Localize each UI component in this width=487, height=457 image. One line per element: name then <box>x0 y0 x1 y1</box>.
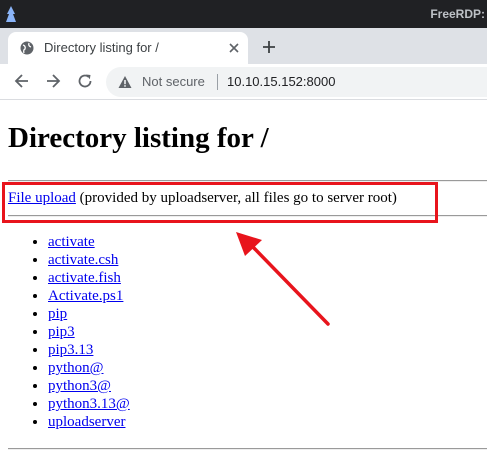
security-status-text[interactable]: Not secure <box>142 74 205 89</box>
file-link-activate-csh[interactable]: activate.csh <box>48 252 118 268</box>
warning-triangle-icon[interactable] <box>118 75 132 89</box>
list-item: activate <box>48 233 130 251</box>
omnibox-divider <box>217 74 218 90</box>
browser-toolbar: Not secure 10.10.15.152:8000 <box>0 64 487 100</box>
list-item: pip3.13 <box>48 341 130 359</box>
tab-title: Directory listing for / <box>44 40 159 55</box>
arrow-right-icon[interactable] <box>44 72 62 90</box>
divider <box>8 448 487 450</box>
file-link-python[interactable]: python@ <box>48 360 103 376</box>
annotation-arrow <box>236 232 330 326</box>
list-item: python3.13@ <box>48 395 130 413</box>
file-link-python3[interactable]: python3@ <box>48 378 111 394</box>
file-link-activate-ps1[interactable]: Activate.ps1 <box>48 288 123 304</box>
page-title: Directory listing for / <box>8 122 269 154</box>
browser-tab[interactable]: Directory listing for / <box>8 32 248 64</box>
tab-strip: Directory listing for / <box>0 28 487 64</box>
list-item: python3@ <box>48 377 130 395</box>
list-item: uploadserver <box>48 413 130 431</box>
file-link-python3-13[interactable]: python3.13@ <box>48 396 130 412</box>
arrow-left-icon[interactable] <box>13 72 31 90</box>
list-item: pip3 <box>48 323 130 341</box>
file-link-pip3[interactable]: pip3 <box>48 324 75 340</box>
kali-dragon-icon <box>6 6 16 22</box>
list-item: pip <box>48 305 130 323</box>
rdp-title-bar: FreeRDP: <box>0 0 487 28</box>
globe-icon <box>20 41 34 55</box>
file-link-activate[interactable]: activate <box>48 234 95 250</box>
highlight-box <box>2 182 438 223</box>
list-item: python@ <box>48 359 130 377</box>
list-item: activate.fish <box>48 269 130 287</box>
file-link-activate-fish[interactable]: activate.fish <box>48 270 121 286</box>
reload-icon[interactable] <box>76 72 94 90</box>
list-item: Activate.ps1 <box>48 287 130 305</box>
file-list: activate activate.csh activate.fish Acti… <box>0 233 130 431</box>
file-link-pip[interactable]: pip <box>48 306 67 322</box>
close-icon[interactable] <box>226 40 242 56</box>
url-text[interactable]: 10.10.15.152:8000 <box>227 74 335 89</box>
file-link-uploadserver[interactable]: uploadserver <box>48 414 125 430</box>
address-bar[interactable]: Not secure 10.10.15.152:8000 <box>106 67 487 97</box>
file-link-pip3-13[interactable]: pip3.13 <box>48 342 93 358</box>
plus-icon[interactable] <box>261 39 277 55</box>
list-item: activate.csh <box>48 251 130 269</box>
rdp-window-title: FreeRDP: <box>430 7 485 21</box>
